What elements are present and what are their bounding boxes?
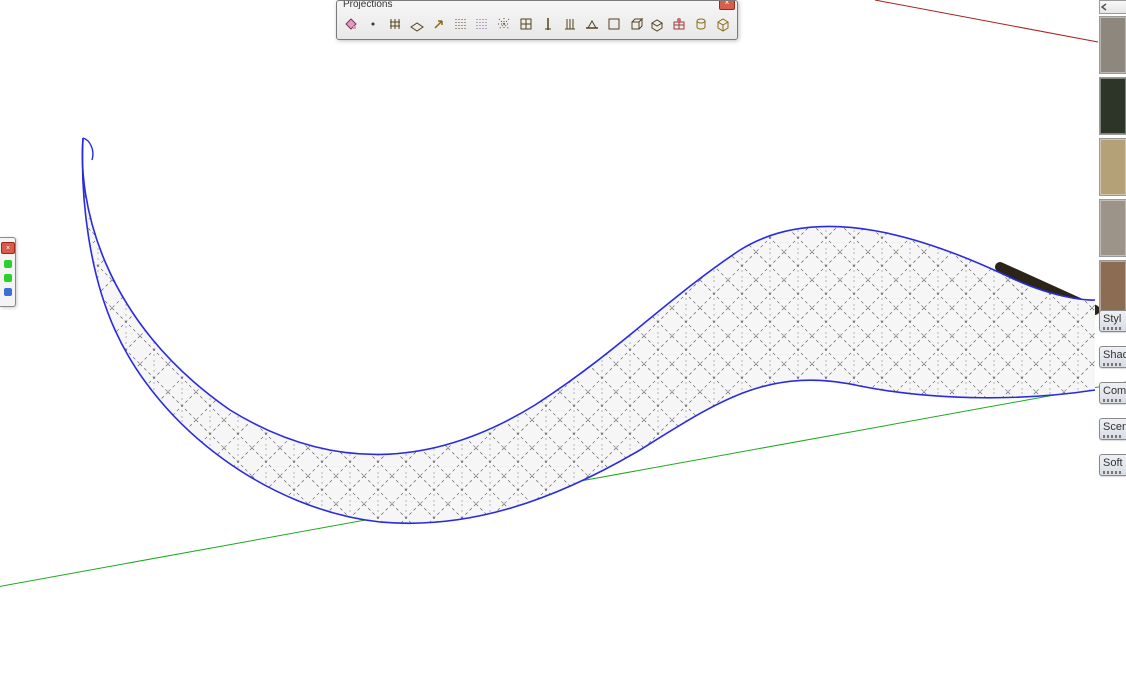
cylinder-icon[interactable] <box>691 12 711 35</box>
swatch-stone-light[interactable] <box>1099 16 1126 74</box>
vertical-align-icon[interactable] <box>560 12 580 35</box>
tray-tab-label: Styl <box>1103 313 1121 325</box>
toolbar-titlebar[interactable]: Projections × <box>337 1 737 10</box>
tray-tab-label: Shad <box>1103 349 1126 361</box>
tray-tab-com[interactable]: Com <box>1099 382 1126 404</box>
swatch-sand[interactable] <box>1099 138 1126 196</box>
swatch-dark-green[interactable] <box>1099 77 1126 135</box>
paint-bucket-icon[interactable] <box>341 12 361 35</box>
tray-tab-shad[interactable]: Shad <box>1099 346 1126 368</box>
box-icon[interactable] <box>713 12 733 35</box>
point-icon[interactable] <box>363 12 383 35</box>
plane-xz-icon[interactable] <box>407 12 427 35</box>
gift-box-icon[interactable] <box>669 12 689 35</box>
close-icon[interactable]: × <box>719 1 735 10</box>
swatch-grey-streak[interactable] <box>1099 199 1126 257</box>
drag-handle-icon[interactable] <box>1103 363 1123 366</box>
square-icon[interactable] <box>604 12 624 35</box>
tray-tab-soft[interactable]: Soft <box>1099 454 1126 476</box>
toolbar-body <box>337 10 737 39</box>
tray-tab-scen[interactable]: Scen <box>1099 418 1126 440</box>
tray-tab-styl[interactable]: Styl <box>1099 310 1126 332</box>
layers-toolbar-fragment[interactable]: × <box>0 237 16 307</box>
chevron-left-icon <box>1100 3 1110 11</box>
drag-handle-icon[interactable] <box>1103 399 1123 402</box>
visibility-toggle-icon[interactable] <box>4 274 12 282</box>
visibility-toggle-icon[interactable] <box>4 288 12 296</box>
tray-tabs: Styl Shad Com Scen Soft <box>1099 310 1126 476</box>
drag-handle-icon[interactable] <box>1103 327 1123 330</box>
tray-tab-label: Soft <box>1103 457 1123 469</box>
base-line-icon[interactable] <box>582 12 602 35</box>
visibility-toggle-icon[interactable] <box>4 260 12 268</box>
cube-icon[interactable] <box>626 12 646 35</box>
drag-handle-icon[interactable] <box>1103 471 1123 474</box>
tray-tab-label: Com <box>1103 385 1126 397</box>
vertical-icon[interactable] <box>538 12 558 35</box>
arrow-up-right-icon[interactable] <box>429 12 449 35</box>
rail-collapse-button[interactable] <box>1099 0 1126 14</box>
model-viewport[interactable] <box>0 0 1126 699</box>
curved-surface <box>82 138 1095 523</box>
toolbar-title-label: Projections <box>343 1 392 10</box>
grid-dashed-2-icon[interactable] <box>472 12 492 35</box>
drag-handle-icon[interactable] <box>1103 435 1123 438</box>
cube-slanted-icon[interactable] <box>647 12 667 35</box>
grid-dashed-icon[interactable] <box>450 12 470 35</box>
materials-rail <box>1099 0 1126 321</box>
projections-toolbar[interactable]: Projections × <box>336 0 738 40</box>
axis-red <box>875 0 1098 42</box>
viewport-svg <box>0 0 1126 699</box>
close-icon[interactable]: × <box>1 242 15 254</box>
asterisk-icon[interactable] <box>494 12 514 35</box>
grid-icon[interactable] <box>516 12 536 35</box>
tray-tab-label: Scen <box>1103 421 1126 433</box>
grid-small-icon[interactable] <box>385 12 405 35</box>
